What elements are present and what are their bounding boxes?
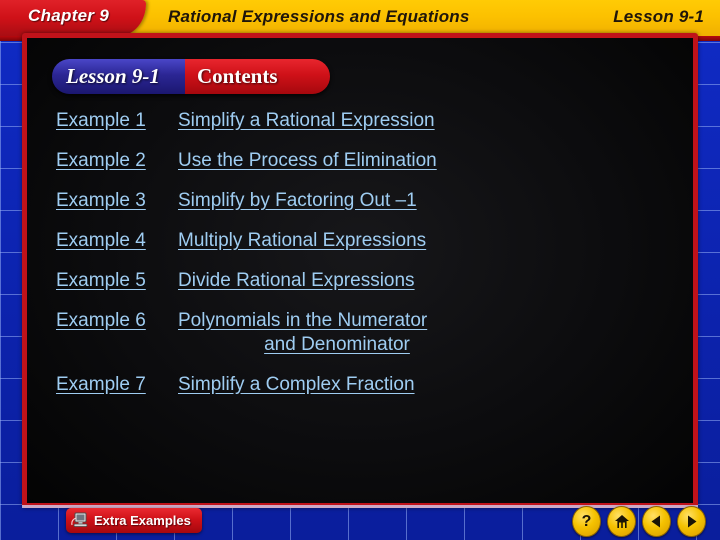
contents-banner-contents-text: Contents: [197, 64, 278, 88]
list-item[interactable]: Example 1 Simplify a Rational Expression: [56, 110, 656, 132]
examples-list: Example 1 Simplify a Rational Expression…: [56, 110, 656, 414]
list-item[interactable]: Example 6 Polynomials in the Numerator a…: [56, 310, 656, 356]
example-title-link[interactable]: Polynomials in the Numerator and Denomin…: [178, 310, 656, 356]
house-icon: [614, 514, 630, 529]
next-button[interactable]: [677, 506, 706, 537]
example-title-line1[interactable]: Multiply Rational Expressions: [178, 230, 426, 251]
help-button[interactable]: ?: [572, 506, 601, 537]
top-banner: Chapter 9 Rational Expressions and Equat…: [0, 0, 720, 36]
navigation-buttons: ?: [572, 506, 706, 537]
extra-examples-button[interactable]: Extra Examples: [66, 508, 202, 533]
example-title-link[interactable]: Multiply Rational Expressions: [178, 230, 656, 252]
example-number-link[interactable]: Example 4: [56, 230, 178, 252]
example-number-link[interactable]: Example 1: [56, 110, 178, 132]
example-number-link[interactable]: Example 6: [56, 310, 178, 332]
chapter-label: Chapter 9: [28, 6, 110, 25]
example-title-link[interactable]: Simplify by Factoring Out –1: [178, 190, 656, 212]
left-arrow-icon: [649, 514, 664, 529]
question-mark-icon: ?: [581, 512, 592, 530]
example-title-link[interactable]: Simplify a Rational Expression: [178, 110, 656, 132]
example-title-link[interactable]: Use the Process of Elimination: [178, 150, 656, 172]
example-title-line1[interactable]: Simplify a Rational Expression: [178, 110, 435, 131]
example-title-line1[interactable]: Divide Rational Expressions: [178, 270, 415, 291]
list-item[interactable]: Example 3 Simplify by Factoring Out –1: [56, 190, 656, 212]
list-item[interactable]: Example 5 Divide Rational Expressions: [56, 270, 656, 292]
contents-banner: Lesson 9-1 Contents: [52, 59, 330, 94]
example-number-link[interactable]: Example 5: [56, 270, 178, 292]
list-item[interactable]: Example 4 Multiply Rational Expressions: [56, 230, 656, 252]
computer-monitor-icon: [71, 512, 91, 530]
example-number-link[interactable]: Example 2: [56, 150, 178, 172]
example-title-line1[interactable]: Simplify a Complex Fraction: [178, 374, 415, 395]
slide: Chapter 9 Rational Expressions and Equat…: [0, 0, 720, 540]
example-title-line1[interactable]: Polynomials in the Numerator: [178, 310, 427, 331]
example-number-link[interactable]: Example 3: [56, 190, 178, 212]
right-arrow-icon: [684, 514, 699, 529]
extra-examples-label: Extra Examples: [94, 513, 191, 528]
home-button[interactable]: [607, 506, 636, 537]
example-title-link[interactable]: Divide Rational Expressions: [178, 270, 656, 292]
previous-button[interactable]: [642, 506, 671, 537]
chapter-title: Rational Expressions and Equations: [168, 7, 470, 26]
example-title-link[interactable]: Simplify a Complex Fraction: [178, 374, 656, 396]
example-title-line2[interactable]: and Denominator: [178, 334, 496, 356]
example-number-link[interactable]: Example 7: [56, 374, 178, 396]
example-title-line1[interactable]: Simplify by Factoring Out –1: [178, 190, 417, 211]
example-title-line1[interactable]: Use the Process of Elimination: [178, 150, 437, 171]
contents-banner-lesson-text: Lesson 9-1: [66, 64, 160, 88]
list-item[interactable]: Example 2 Use the Process of Elimination: [56, 150, 656, 172]
list-item[interactable]: Example 7 Simplify a Complex Fraction: [56, 374, 656, 396]
lesson-label: Lesson 9-1: [613, 7, 704, 26]
